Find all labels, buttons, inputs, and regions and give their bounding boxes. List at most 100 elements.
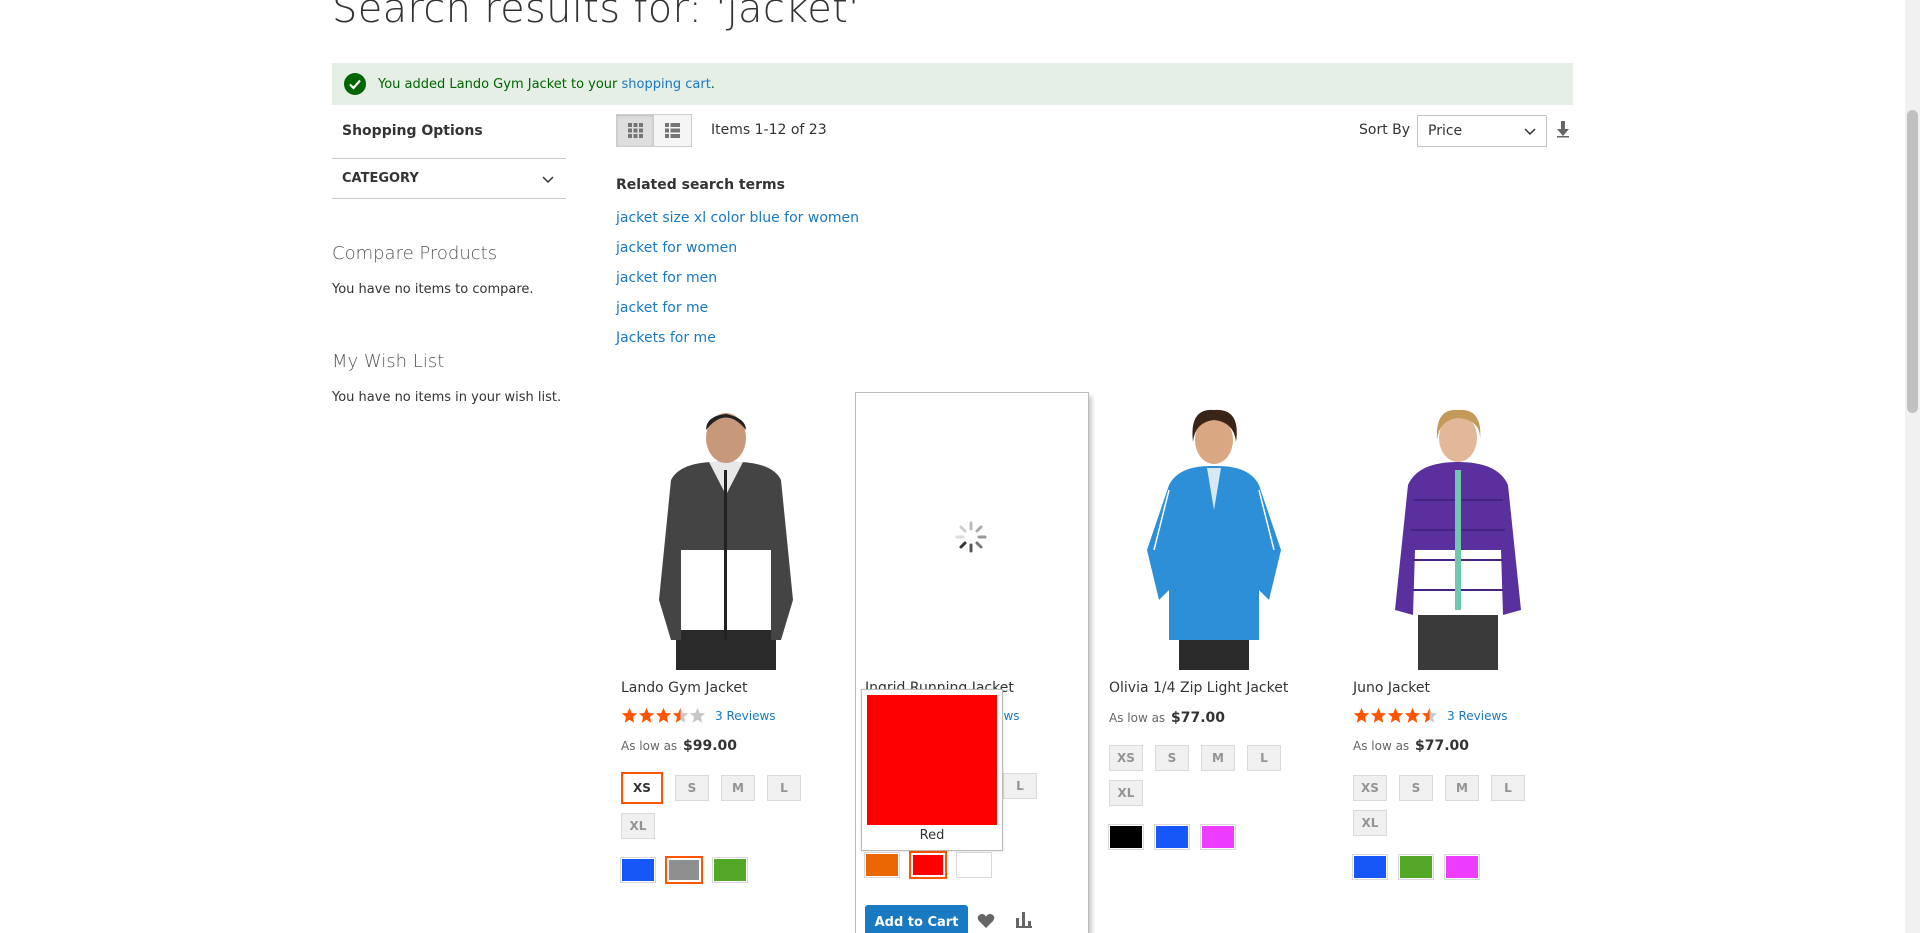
color-swatch-green[interactable] bbox=[712, 857, 748, 883]
reviews-link[interactable]: 3 Reviews bbox=[1447, 709, 1508, 723]
size-swatches: XS S M L XL bbox=[621, 772, 821, 839]
shopping-options-title: Shopping Options bbox=[342, 123, 483, 139]
color-swatch-black[interactable] bbox=[1108, 824, 1144, 850]
grid-icon bbox=[627, 123, 643, 138]
color-swatch-purple[interactable] bbox=[1200, 824, 1236, 850]
view-modes bbox=[616, 114, 692, 147]
color-swatch-blue[interactable] bbox=[1154, 824, 1190, 850]
grid-view-button[interactable] bbox=[616, 114, 654, 147]
list-icon bbox=[665, 123, 680, 138]
color-swatch-gray[interactable] bbox=[665, 856, 703, 884]
color-swatch-purple[interactable] bbox=[1444, 854, 1480, 880]
star-full-icon bbox=[638, 707, 655, 723]
color-swatches bbox=[864, 851, 1075, 879]
related-term-link[interactable]: jacket for women bbox=[616, 233, 859, 263]
star-empty-icon bbox=[689, 707, 706, 723]
product-name[interactable]: Olivia 1/4 Zip Light Jacket bbox=[1109, 680, 1319, 696]
category-filter-label: CATEGORY bbox=[342, 171, 419, 186]
star-full-icon bbox=[1353, 707, 1370, 723]
related-term-link[interactable]: jacket for me bbox=[616, 293, 859, 323]
rating-stars bbox=[1353, 707, 1438, 724]
size-swatch[interactable]: M bbox=[1445, 775, 1479, 801]
size-swatch[interactable]: XS bbox=[621, 772, 663, 804]
size-swatch[interactable]: M bbox=[1201, 745, 1235, 771]
price-value: $77.00 bbox=[1415, 738, 1470, 754]
sort-direction-icon[interactable] bbox=[1556, 120, 1570, 138]
color-swatch-blue[interactable] bbox=[620, 857, 656, 883]
product-image[interactable] bbox=[621, 400, 831, 670]
sort-by-label: Sort By bbox=[1359, 122, 1411, 138]
scrollbar-thumb[interactable] bbox=[1907, 110, 1918, 413]
star-full-icon bbox=[1387, 707, 1404, 723]
size-swatch[interactable]: S bbox=[1155, 745, 1189, 771]
size-swatch[interactable]: XL bbox=[1353, 810, 1387, 836]
size-swatch[interactable]: L bbox=[767, 775, 801, 801]
color-swatch-white[interactable] bbox=[956, 852, 992, 878]
size-swatch[interactable]: S bbox=[675, 775, 709, 801]
size-swatch[interactable]: XL bbox=[621, 813, 655, 839]
related-term-link[interactable]: jacket for men bbox=[616, 263, 859, 293]
product-name[interactable]: Juno Jacket bbox=[1353, 680, 1563, 696]
product-image[interactable] bbox=[1109, 400, 1319, 670]
price-prefix: As low as bbox=[1109, 711, 1166, 725]
star-half-icon bbox=[1421, 707, 1438, 723]
color-swatch-tooltip: Red bbox=[861, 689, 1003, 851]
star-full-icon bbox=[655, 707, 672, 723]
star-full-icon bbox=[1404, 707, 1421, 723]
star-full-icon bbox=[621, 707, 638, 723]
product-price: As low as $77.00 bbox=[1353, 738, 1563, 754]
related-term-link[interactable]: jacket size xl color blue for women bbox=[616, 203, 859, 233]
size-swatch[interactable]: L bbox=[1491, 775, 1525, 801]
message-text: You added Lando Gym Jacket to your bbox=[378, 76, 622, 92]
heart-icon[interactable] bbox=[977, 913, 995, 929]
chevron-down-icon bbox=[1524, 128, 1536, 136]
product-name[interactable]: Lando Gym Jacket bbox=[621, 680, 831, 696]
wishlist-empty-text: You have no items in your wish list. bbox=[332, 390, 562, 405]
page-title: Search results for: 'jacket' bbox=[332, 0, 860, 32]
color-swatches bbox=[1352, 854, 1563, 880]
reviews-link[interactable]: 3 Reviews bbox=[715, 709, 776, 723]
color-swatch-red[interactable] bbox=[909, 851, 947, 879]
color-swatch-blue[interactable] bbox=[1352, 854, 1388, 880]
size-swatch[interactable]: M bbox=[721, 775, 755, 801]
size-swatch[interactable]: XS bbox=[1353, 775, 1387, 801]
product-item: Lando Gym Jacket 3 Reviews As low as $99… bbox=[620, 400, 831, 884]
toolbar-amount: Items 1-12 of 23 bbox=[711, 122, 827, 138]
related-term-link[interactable]: Jackets for me bbox=[616, 323, 859, 353]
sort-by-select[interactable]: Price bbox=[1417, 115, 1547, 147]
color-swatch-orange[interactable] bbox=[864, 852, 900, 878]
size-swatch[interactable]: L bbox=[1247, 745, 1281, 771]
compare-empty-text: You have no items to compare. bbox=[332, 282, 534, 297]
color-swatches bbox=[620, 856, 831, 884]
shopping-cart-link[interactable]: shopping cart bbox=[622, 77, 711, 92]
color-swatches bbox=[1108, 824, 1319, 850]
compare-icon[interactable] bbox=[1016, 912, 1032, 928]
price-value: $77.00 bbox=[1171, 710, 1226, 726]
product-item: Juno Jacket 3 Reviews As low as $77.00 X… bbox=[1352, 400, 1563, 880]
product-price: As low as $99.00 bbox=[621, 738, 831, 754]
rating-stars bbox=[621, 707, 706, 724]
size-swatch[interactable]: L bbox=[1003, 773, 1037, 799]
message-text-end: . bbox=[710, 76, 715, 92]
sort-by-value: Price bbox=[1428, 123, 1463, 139]
product-image[interactable] bbox=[1353, 400, 1563, 670]
list-view-button[interactable] bbox=[654, 114, 692, 147]
product-image[interactable] bbox=[865, 400, 1075, 670]
color-swatch-green[interactable] bbox=[1398, 854, 1434, 880]
size-swatch[interactable]: XL bbox=[1109, 780, 1143, 806]
category-filter[interactable]: CATEGORY bbox=[332, 158, 566, 199]
compare-products-title: Compare Products bbox=[332, 243, 498, 264]
tooltip-label: Red bbox=[919, 828, 945, 843]
size-swatch[interactable]: XS bbox=[1109, 745, 1143, 771]
price-prefix: As low as bbox=[1353, 739, 1410, 753]
tooltip-color-preview bbox=[867, 695, 997, 825]
scrollbar[interactable] bbox=[1905, 0, 1920, 933]
size-swatch[interactable]: S bbox=[1399, 775, 1433, 801]
related-terms-title: Related search terms bbox=[616, 177, 785, 193]
sidebar: Shopping Options CATEGORY Compare Produc… bbox=[332, 120, 566, 405]
chevron-down-icon bbox=[542, 175, 554, 183]
size-swatches: XS S M L XL bbox=[1353, 775, 1553, 836]
wishlist-title: My Wish List bbox=[332, 351, 445, 372]
add-to-cart-button[interactable]: Add to Cart bbox=[865, 905, 968, 933]
related-search-terms: Related search terms jacket size xl colo… bbox=[616, 177, 859, 353]
